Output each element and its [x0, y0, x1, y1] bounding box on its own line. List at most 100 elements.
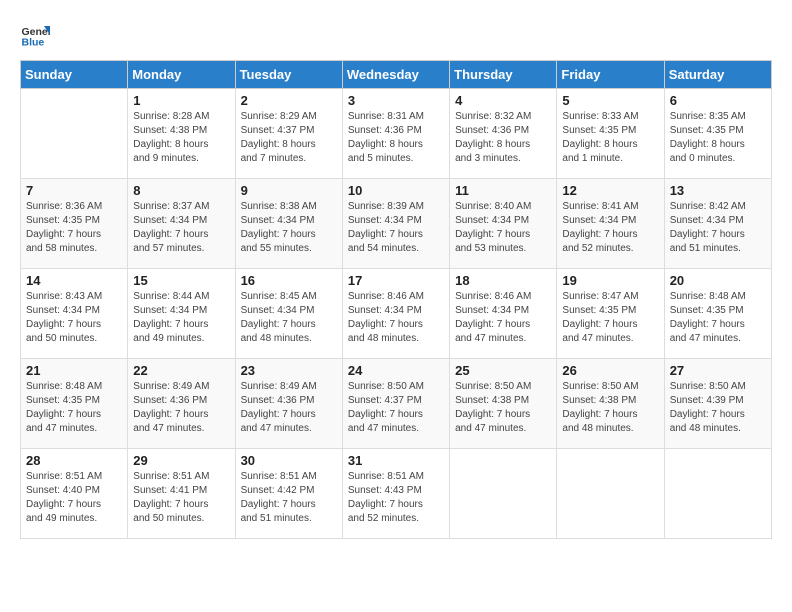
- logo: General Blue: [20, 20, 50, 50]
- day-info: Sunrise: 8:46 AM Sunset: 4:34 PM Dayligh…: [348, 290, 444, 346]
- weekday-thursday: Thursday: [450, 61, 557, 89]
- day-info: Sunrise: 8:42 AM Sunset: 4:34 PM Dayligh…: [670, 200, 766, 256]
- day-info: Sunrise: 8:43 AM Sunset: 4:34 PM Dayligh…: [26, 290, 122, 346]
- calendar-cell: [450, 449, 557, 539]
- calendar-cell: 16 Sunrise: 8:45 AM Sunset: 4:34 PM Dayli…: [235, 269, 342, 359]
- day-info: Sunrise: 8:47 AM Sunset: 4:35 PM Dayligh…: [562, 290, 658, 346]
- weekday-friday: Friday: [557, 61, 664, 89]
- calendar-cell: [21, 89, 128, 179]
- day-number: 13: [670, 183, 766, 198]
- calendar-cell: 15Sunrise: 8:44 AM Sunset: 4:34 PM Dayli…: [128, 269, 235, 359]
- weekday-tuesday: Tuesday: [235, 61, 342, 89]
- calendar-week-3: 14 Sunrise: 8:43 AM Sunset: 4:34 PM Dayli…: [21, 269, 772, 359]
- day-number: 25: [455, 363, 551, 378]
- day-number: 23: [241, 363, 337, 378]
- weekday-saturday: Saturday: [664, 61, 771, 89]
- calendar-cell: 12 Sunrise: 8:41 AM Sunset: 4:34 PM Dayli…: [557, 179, 664, 269]
- day-info: Sunrise: 8:29 AM Sunset: 4:37 PM Dayligh…: [241, 110, 337, 166]
- day-info: Sunrise: 8:50 AM Sunset: 4:38 PM Dayligh…: [455, 380, 551, 436]
- day-number: 14: [26, 273, 122, 288]
- day-number: 3: [348, 93, 444, 108]
- calendar-week-2: 7 Sunrise: 8:36 AM Sunset: 4:35 PM Daylig…: [21, 179, 772, 269]
- calendar-cell: 23 Sunrise: 8:49 AM Sunset: 4:36 PM Dayli…: [235, 359, 342, 449]
- day-info: Sunrise: 8:35 AM Sunset: 4:35 PM Dayligh…: [670, 110, 766, 166]
- day-number: 11: [455, 183, 551, 198]
- calendar-cell: 28Sunrise: 8:51 AM Sunset: 4:40 PM Dayli…: [21, 449, 128, 539]
- day-number: 22: [133, 363, 229, 378]
- day-info: Sunrise: 8:33 AM Sunset: 4:35 PM Dayligh…: [562, 110, 658, 166]
- day-number: 16: [241, 273, 337, 288]
- day-number: 29: [133, 453, 229, 468]
- calendar-cell: 21 Sunrise: 8:48 AM Sunset: 4:35 PM Dayli…: [21, 359, 128, 449]
- calendar-cell: 5 Sunrise: 8:33 AM Sunset: 4:35 PM Daylig…: [557, 89, 664, 179]
- calendar-cell: 6 Sunrise: 8:35 AM Sunset: 4:35 PM Daylig…: [664, 89, 771, 179]
- calendar-cell: 8 Sunrise: 8:37 AM Sunset: 4:34 PM Daylig…: [128, 179, 235, 269]
- calendar-cell: 31 Sunrise: 8:51 AM Sunset: 4:43 PM Dayli…: [342, 449, 449, 539]
- day-number: 7: [26, 183, 122, 198]
- day-number: 24: [348, 363, 444, 378]
- svg-text:Blue: Blue: [22, 37, 45, 49]
- weekday-header-row: SundayMondayTuesdayWednesdayThursdayFrid…: [21, 61, 772, 89]
- day-info: Sunrise: 8:36 AM Sunset: 4:35 PM Dayligh…: [26, 200, 122, 256]
- calendar-cell: 19 Sunrise: 8:47 AM Sunset: 4:35 PM Dayli…: [557, 269, 664, 359]
- day-info: Sunrise: 8:50 AM Sunset: 4:37 PM Dayligh…: [348, 380, 444, 436]
- day-number: 5: [562, 93, 658, 108]
- calendar-cell: 13 Sunrise: 8:42 AM Sunset: 4:34 PM Dayli…: [664, 179, 771, 269]
- day-info: Sunrise: 8:32 AM Sunset: 4:36 PM Dayligh…: [455, 110, 551, 166]
- weekday-sunday: Sunday: [21, 61, 128, 89]
- calendar-cell: 3 Sunrise: 8:31 AM Sunset: 4:36 PM Daylig…: [342, 89, 449, 179]
- day-info: Sunrise: 8:51 AM Sunset: 4:42 PM Dayligh…: [241, 470, 337, 526]
- calendar-cell: 29Sunrise: 8:51 AM Sunset: 4:41 PM Dayli…: [128, 449, 235, 539]
- day-info: Sunrise: 8:50 AM Sunset: 4:38 PM Dayligh…: [562, 380, 658, 436]
- day-info: Sunrise: 8:39 AM Sunset: 4:34 PM Dayligh…: [348, 200, 444, 256]
- calendar-week-1: 1 Sunrise: 8:28 AM Sunset: 4:38 PM Daylig…: [21, 89, 772, 179]
- calendar-cell: 14 Sunrise: 8:43 AM Sunset: 4:34 PM Dayli…: [21, 269, 128, 359]
- weekday-wednesday: Wednesday: [342, 61, 449, 89]
- day-info: Sunrise: 8:51 AM Sunset: 4:43 PM Dayligh…: [348, 470, 444, 526]
- day-info: Sunrise: 8:50 AM Sunset: 4:39 PM Dayligh…: [670, 380, 766, 436]
- calendar-cell: 24 Sunrise: 8:50 AM Sunset: 4:37 PM Dayli…: [342, 359, 449, 449]
- day-info: Sunrise: 8:48 AM Sunset: 4:35 PM Dayligh…: [670, 290, 766, 346]
- calendar-body: 1 Sunrise: 8:28 AM Sunset: 4:38 PM Daylig…: [21, 89, 772, 539]
- day-number: 19: [562, 273, 658, 288]
- day-info: Sunrise: 8:31 AM Sunset: 4:36 PM Dayligh…: [348, 110, 444, 166]
- calendar-cell: 7 Sunrise: 8:36 AM Sunset: 4:35 PM Daylig…: [21, 179, 128, 269]
- day-info: Sunrise: 8:44 AM Sunset: 4:34 PM Dayligh…: [133, 290, 229, 346]
- day-number: 10: [348, 183, 444, 198]
- day-number: 12: [562, 183, 658, 198]
- day-number: 2: [241, 93, 337, 108]
- day-number: 17: [348, 273, 444, 288]
- day-number: 20: [670, 273, 766, 288]
- calendar-week-4: 21 Sunrise: 8:48 AM Sunset: 4:35 PM Dayli…: [21, 359, 772, 449]
- calendar-cell: 30 Sunrise: 8:51 AM Sunset: 4:42 PM Dayli…: [235, 449, 342, 539]
- calendar-cell: [664, 449, 771, 539]
- calendar-cell: [557, 449, 664, 539]
- day-info: Sunrise: 8:37 AM Sunset: 4:34 PM Dayligh…: [133, 200, 229, 256]
- day-number: 26: [562, 363, 658, 378]
- day-info: Sunrise: 8:28 AM Sunset: 4:38 PM Dayligh…: [133, 110, 229, 166]
- day-number: 30: [241, 453, 337, 468]
- day-number: 1: [133, 93, 229, 108]
- calendar-cell: 11 Sunrise: 8:40 AM Sunset: 4:34 PM Dayli…: [450, 179, 557, 269]
- calendar-cell: 4Sunrise: 8:32 AM Sunset: 4:36 PM Daylig…: [450, 89, 557, 179]
- day-info: Sunrise: 8:45 AM Sunset: 4:34 PM Dayligh…: [241, 290, 337, 346]
- day-info: Sunrise: 8:49 AM Sunset: 4:36 PM Dayligh…: [133, 380, 229, 436]
- day-number: 18: [455, 273, 551, 288]
- day-info: Sunrise: 8:49 AM Sunset: 4:36 PM Dayligh…: [241, 380, 337, 436]
- calendar-cell: 2 Sunrise: 8:29 AM Sunset: 4:37 PM Daylig…: [235, 89, 342, 179]
- calendar-cell: 18 Sunrise: 8:46 AM Sunset: 4:34 PM Dayli…: [450, 269, 557, 359]
- weekday-monday: Monday: [128, 61, 235, 89]
- day-number: 31: [348, 453, 444, 468]
- calendar-cell: 25 Sunrise: 8:50 AM Sunset: 4:38 PM Dayli…: [450, 359, 557, 449]
- calendar-cell: 26 Sunrise: 8:50 AM Sunset: 4:38 PM Dayli…: [557, 359, 664, 449]
- day-number: 8: [133, 183, 229, 198]
- calendar-cell: 10 Sunrise: 8:39 AM Sunset: 4:34 PM Dayli…: [342, 179, 449, 269]
- day-info: Sunrise: 8:41 AM Sunset: 4:34 PM Dayligh…: [562, 200, 658, 256]
- day-info: Sunrise: 8:46 AM Sunset: 4:34 PM Dayligh…: [455, 290, 551, 346]
- day-info: Sunrise: 8:40 AM Sunset: 4:34 PM Dayligh…: [455, 200, 551, 256]
- day-number: 21: [26, 363, 122, 378]
- calendar-cell: 20 Sunrise: 8:48 AM Sunset: 4:35 PM Dayli…: [664, 269, 771, 359]
- day-number: 6: [670, 93, 766, 108]
- calendar-cell: 9Sunrise: 8:38 AM Sunset: 4:34 PM Daylig…: [235, 179, 342, 269]
- day-info: Sunrise: 8:48 AM Sunset: 4:35 PM Dayligh…: [26, 380, 122, 436]
